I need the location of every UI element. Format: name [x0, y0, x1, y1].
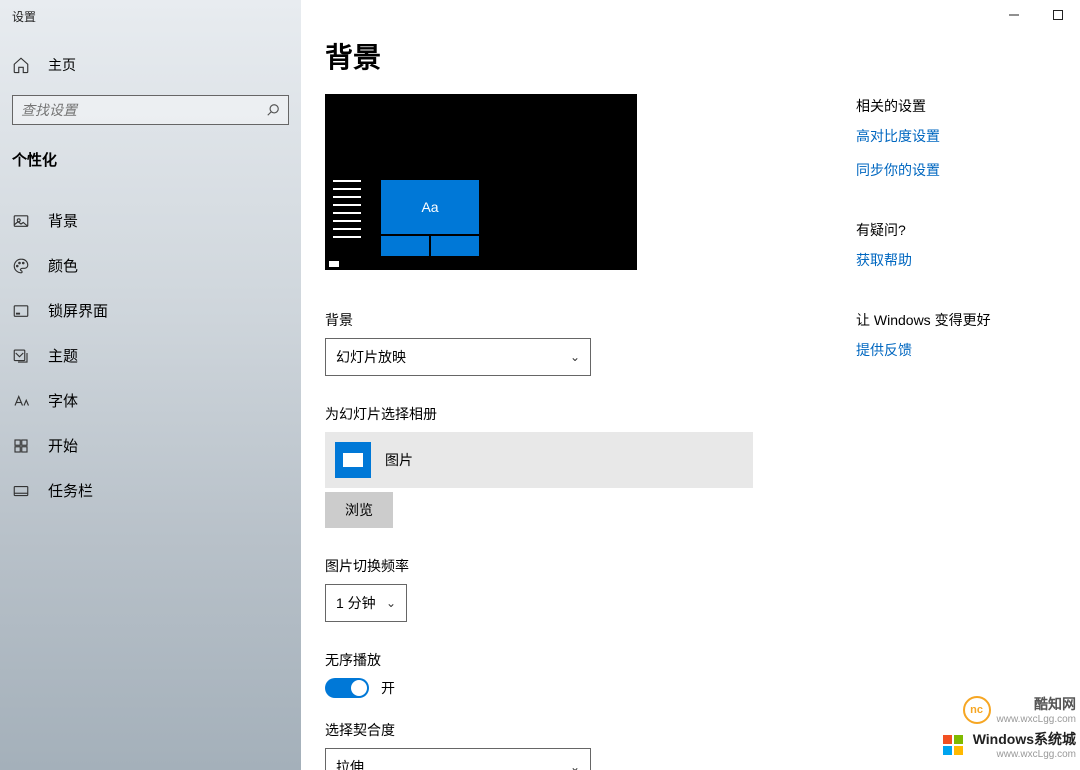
preview-start-menu: Aa — [329, 176, 479, 256]
nav-item-lockscreen[interactable]: 锁屏界面 — [0, 288, 301, 333]
search-icon — [266, 103, 280, 117]
watermark-sub-a: www.wxcLgg.com — [997, 714, 1076, 725]
nav-home-label: 主页 — [48, 55, 76, 75]
dropdown-value: 幻灯片放映 — [336, 347, 406, 367]
frequency-dropdown[interactable]: 1 分钟 ⌄ — [325, 584, 407, 622]
nav-label: 开始 — [48, 435, 78, 456]
fit-dropdown[interactable]: 拉伸 ⌄ — [325, 748, 591, 770]
chevron-down-icon: ⌄ — [386, 596, 396, 610]
theme-icon — [12, 347, 30, 365]
nav-item-fonts[interactable]: 字体 — [0, 378, 301, 423]
start-icon — [12, 437, 30, 455]
palette-icon — [12, 257, 30, 275]
nav-label: 主题 — [48, 345, 78, 366]
nav-item-taskbar[interactable]: 任务栏 — [0, 468, 301, 513]
nav-label: 锁屏界面 — [48, 300, 108, 321]
link-feedback[interactable]: 提供反馈 — [856, 340, 1056, 360]
fit-label: 选择契合度 — [325, 720, 816, 740]
chevron-down-icon: ⌄ — [570, 760, 580, 770]
font-icon — [12, 392, 30, 410]
background-type-label: 背景 — [325, 310, 816, 330]
nav-item-start[interactable]: 开始 — [0, 423, 301, 468]
shuffle-state: 开 — [381, 678, 395, 698]
nav-label: 颜色 — [48, 255, 78, 276]
background-type-dropdown[interactable]: 幻灯片放映 ⌄ — [325, 338, 591, 376]
sidebar: 设置 主页 个性化 背景 颜色 锁屏界面 主题 — [0, 0, 301, 770]
watermark-sub-b: www.wxcLgg.com — [973, 749, 1076, 760]
dropdown-value: 拉伸 — [336, 757, 364, 770]
content: 背景 Aa 背景 幻灯片放映 ⌄ 为幻灯片选择相册 — [325, 36, 816, 770]
desktop-preview: Aa — [325, 94, 637, 270]
album-name: 图片 — [385, 450, 413, 470]
nav-item-themes[interactable]: 主题 — [0, 333, 301, 378]
sidebar-section-title: 个性化 — [0, 135, 301, 180]
watermark-logo-b — [939, 731, 967, 759]
nav-item-background[interactable]: 背景 — [0, 198, 301, 243]
shuffle-toggle[interactable] — [325, 678, 369, 698]
related-panel: 相关的设置 高对比度设置 同步你的设置 有疑问? 获取帮助 让 Windows … — [856, 36, 1056, 770]
nav-label: 字体 — [48, 390, 78, 411]
chevron-down-icon: ⌄ — [570, 350, 580, 364]
search-input[interactable] — [21, 102, 266, 118]
taskbar-icon — [12, 482, 30, 500]
nav-label: 任务栏 — [48, 480, 93, 501]
main: 背景 Aa 背景 幻灯片放映 ⌄ 为幻灯片选择相册 — [301, 0, 1080, 770]
shuffle-label: 无序播放 — [325, 650, 816, 670]
watermarks: nc 酷知网 www.wxcLgg.com Windows系统城 www.wxc… — [939, 690, 1076, 760]
nav-label: 背景 — [48, 210, 78, 231]
folder-icon — [335, 442, 371, 478]
link-high-contrast[interactable]: 高对比度设置 — [856, 126, 1056, 146]
watermark-logo-a: nc — [963, 696, 991, 724]
preview-sample-text: Aa — [381, 180, 479, 234]
help-title: 有疑问? — [856, 220, 1056, 240]
link-sync-settings[interactable]: 同步你的设置 — [856, 160, 1056, 180]
album-label: 为幻灯片选择相册 — [325, 404, 816, 424]
lockscreen-icon — [12, 302, 30, 320]
album-row[interactable]: 图片 — [325, 432, 753, 488]
nav-list: 背景 颜色 锁屏界面 主题 字体 开始 任务栏 — [0, 198, 301, 513]
link-get-help[interactable]: 获取帮助 — [856, 250, 1056, 270]
nav-item-colors[interactable]: 颜色 — [0, 243, 301, 288]
search-box[interactable] — [12, 95, 289, 125]
frequency-label: 图片切换频率 — [325, 556, 816, 576]
watermark-brand-b: Windows系统城 — [973, 731, 1076, 747]
page-heading: 背景 — [325, 36, 816, 76]
dropdown-value: 1 分钟 — [336, 593, 376, 613]
minimize-button[interactable] — [992, 0, 1036, 30]
watermark-brand-a: 酷知网 — [1034, 696, 1076, 712]
related-title: 相关的设置 — [856, 96, 1056, 116]
picture-icon — [12, 212, 30, 230]
window-title: 设置 — [0, 8, 301, 45]
browse-button[interactable]: 浏览 — [325, 492, 393, 528]
maximize-button[interactable] — [1036, 0, 1080, 30]
search-row — [0, 85, 301, 135]
nav-home[interactable]: 主页 — [0, 45, 301, 85]
home-icon — [12, 56, 30, 74]
window-controls — [992, 0, 1080, 30]
improve-title: 让 Windows 变得更好 — [856, 310, 1056, 330]
